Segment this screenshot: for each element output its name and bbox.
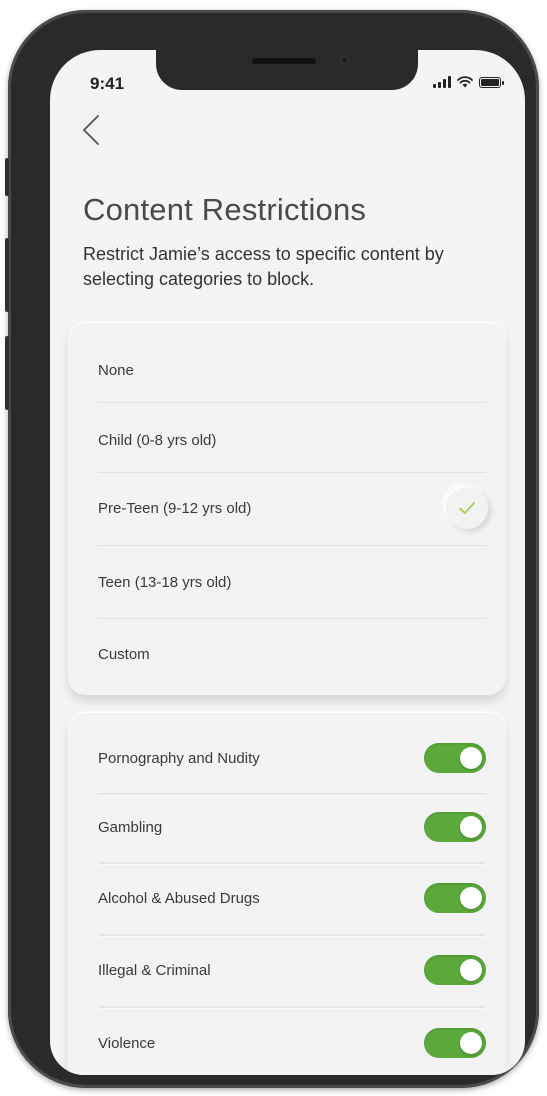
category-row-gambling: Gambling — [98, 809, 486, 845]
silent-switch — [5, 158, 9, 196]
chevron-left-icon — [83, 115, 99, 145]
category-toggle[interactable] — [424, 1028, 486, 1058]
divider — [98, 1006, 486, 1009]
category-toggle[interactable] — [424, 812, 486, 842]
status-icons — [433, 76, 504, 88]
battery-icon — [479, 77, 504, 88]
level-option-label: None — [98, 361, 134, 379]
level-option-custom[interactable]: Custom — [98, 634, 486, 674]
category-toggle[interactable] — [424, 883, 486, 913]
category-row-illegal-criminal: Illegal & Criminal — [98, 952, 486, 988]
category-toggle[interactable] — [424, 955, 486, 985]
toggle-knob — [460, 887, 482, 909]
level-option-child[interactable]: Child (0-8 yrs old) — [98, 420, 486, 460]
wifi-icon — [457, 76, 473, 88]
category-label: Pornography and Nudity — [98, 749, 260, 767]
toggle-knob — [460, 1032, 482, 1054]
notch — [156, 50, 418, 90]
restriction-level-card: None Child (0-8 yrs old) Pre-Teen (9-12 … — [68, 322, 506, 695]
level-option-label: Pre-Teen (9-12 yrs old) — [98, 499, 252, 517]
toggle-knob — [460, 747, 482, 769]
level-option-label: Custom — [98, 645, 150, 663]
divider — [98, 472, 486, 473]
toggle-knob — [460, 959, 482, 981]
page-title: Content Restrictions — [83, 192, 367, 227]
level-option-label: Teen (13-18 yrs old) — [98, 573, 232, 591]
page-subtitle: Restrict Jamie’s access to specific cont… — [83, 244, 444, 289]
category-label: Illegal & Criminal — [98, 961, 211, 979]
divider — [98, 402, 486, 403]
category-label: Violence — [98, 1034, 156, 1052]
divider — [98, 545, 486, 546]
front-camera — [340, 56, 349, 65]
category-row-violence: Violence — [98, 1025, 486, 1061]
status-time: 9:41 — [90, 74, 125, 93]
divider — [98, 793, 486, 796]
blocked-categories-card: Pornography and Nudity Gambling Alcohol … — [68, 712, 506, 1075]
divider — [98, 934, 486, 937]
screen: 9:41 Content Restrictions Restrict Jamie… — [50, 50, 525, 1075]
level-option-teen[interactable]: Teen (13-18 yrs old) — [98, 562, 486, 602]
speaker — [252, 58, 316, 64]
level-option-none[interactable]: None — [98, 350, 486, 390]
category-toggle[interactable] — [424, 743, 486, 773]
level-option-label: Child (0-8 yrs old) — [98, 431, 217, 449]
category-label: Gambling — [98, 818, 163, 836]
checkmark-icon — [459, 502, 475, 514]
selected-indicator — [446, 487, 488, 529]
category-row-pornography: Pornography and Nudity — [98, 740, 486, 776]
divider — [98, 618, 486, 619]
cellular-signal-icon — [433, 76, 451, 88]
level-option-pre-teen[interactable]: Pre-Teen (9-12 yrs old) — [98, 485, 488, 531]
category-label: Alcohol & Abused Drugs — [98, 889, 260, 907]
toggle-knob — [460, 816, 482, 838]
phone-frame: 9:41 Content Restrictions Restrict Jamie… — [5, 10, 539, 1088]
volume-up-button — [5, 238, 9, 312]
category-row-alcohol-drugs: Alcohol & Abused Drugs — [98, 880, 486, 916]
divider — [98, 862, 486, 865]
back-button[interactable] — [78, 112, 108, 148]
volume-down-button — [5, 336, 9, 410]
